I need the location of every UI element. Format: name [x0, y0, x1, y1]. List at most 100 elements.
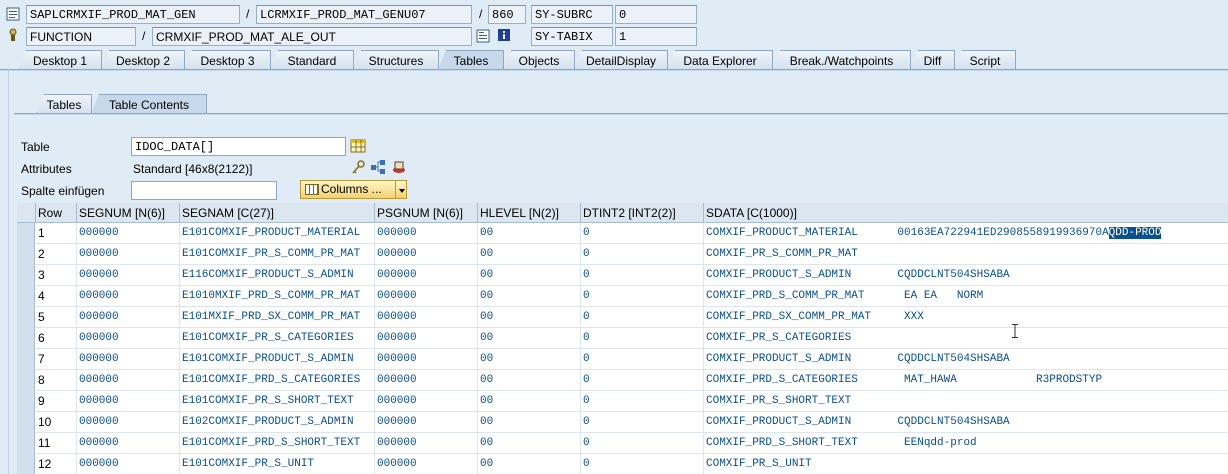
cell-row[interactable]: 3	[36, 265, 77, 286]
table-row[interactable]: 6 000000 E101COMXIF_PR_S_CATEGORIES 000000 0…	[17, 328, 1228, 349]
cell-dtint2[interactable]: 0	[581, 391, 704, 412]
cell-segnum[interactable]: 000000	[77, 244, 180, 265]
row-selector[interactable]	[17, 265, 35, 286]
cell-dtint2[interactable]: 0	[581, 265, 704, 286]
cell-dtint2[interactable]: 0	[581, 286, 704, 307]
table-view-icon[interactable]	[350, 138, 366, 154]
table-row[interactable]: 5 000000 E101MXIF_PRD_SX_COMM_PR_MAT 000000…	[17, 307, 1228, 328]
cell-segnam[interactable]: E101COMXIF_PRODUCT_MATERIAL	[180, 223, 375, 244]
cell-hlevel[interactable]: 00	[478, 433, 581, 454]
insert-column-input[interactable]	[131, 181, 277, 200]
cell-dtint2[interactable]: 0	[581, 223, 704, 244]
cell-sdata[interactable]: COMXIF_PRODUCT_S_ADMIN CQDDCLNT504SHSABA	[704, 265, 1228, 286]
cell-psgnum[interactable]: 000000	[375, 454, 478, 474]
column-header-segnum[interactable]: SEGNUM [N(6)]	[77, 203, 180, 223]
column-header-psgnum[interactable]: PSGNUM [N(6)]	[375, 203, 478, 223]
eraser-icon[interactable]	[391, 159, 407, 175]
cell-segnum[interactable]: 000000	[77, 412, 180, 433]
table-row[interactable]: 8 000000 E101COMXIF_PRD_S_CATEGORIES 000000…	[17, 370, 1228, 391]
table-row[interactable]: 11 000000 E101COMXIF_PRD_S_SHORT_TEXT 00000…	[17, 433, 1228, 454]
cell-dtint2[interactable]: 0	[581, 412, 704, 433]
tab-desktop-2[interactable]: Desktop 2	[101, 50, 185, 70]
row-selector[interactable]	[17, 454, 35, 474]
cell-sdata[interactable]: COMXIF_PRODUCT_S_ADMIN CQDDCLNT504SHSABA	[704, 412, 1228, 433]
table-row[interactable]: 7 000000 E101COMXIF_PRODUCT_S_ADMIN 000000 0…	[17, 349, 1228, 370]
cell-hlevel[interactable]: 00	[478, 307, 581, 328]
cell-row[interactable]: 9	[36, 391, 77, 412]
header-select-all[interactable]	[17, 203, 36, 223]
cell-dtint2[interactable]: 0	[581, 370, 704, 391]
info-icon[interactable]	[497, 28, 511, 42]
column-header-row[interactable]: Row	[36, 203, 77, 223]
cell-psgnum[interactable]: 000000	[375, 412, 478, 433]
cell-segnum[interactable]: 000000	[77, 370, 180, 391]
key-icon[interactable]	[350, 159, 366, 175]
cell-hlevel[interactable]: 00	[478, 328, 581, 349]
cell-psgnum[interactable]: 000000	[375, 307, 478, 328]
cell-segnum[interactable]: 000000	[77, 265, 180, 286]
cell-segnam[interactable]: E101COMXIF_PRD_S_SHORT_TEXT	[180, 433, 375, 454]
tab-objects[interactable]: Objects	[503, 50, 575, 70]
cell-dtint2[interactable]: 0	[581, 349, 704, 370]
column-header-sdata[interactable]: SDATA [C(1000)]	[704, 203, 1228, 223]
cell-segnam[interactable]: E102COMXIF_PRODUCT_S_ADMIN	[180, 412, 375, 433]
columns-button[interactable]: Columns ...	[300, 180, 407, 199]
cell-segnum[interactable]: 000000	[77, 328, 180, 349]
table-row[interactable]: 2 000000 E101COMXIF_PR_S_COMM_PR_MAT 000000…	[17, 244, 1228, 265]
cell-sdata[interactable]: COMXIF_PR_S_CATEGORIES	[704, 328, 1228, 349]
cell-psgnum[interactable]: 000000	[375, 286, 478, 307]
cell-sdata[interactable]: COMXIF_PR_S_COMM_PR_MAT	[704, 244, 1228, 265]
object-type-field[interactable]: FUNCTION	[26, 27, 136, 46]
row-selector[interactable]	[17, 328, 35, 349]
column-header-dtint2[interactable]: DTINT2 [INT2(2)]	[581, 203, 704, 223]
cell-segnam[interactable]: E1010MXIF_PRD_S_COMM_PR_MAT	[180, 286, 375, 307]
line-number-field[interactable]: 860	[488, 5, 526, 24]
cell-psgnum[interactable]: 000000	[375, 265, 478, 286]
cell-hlevel[interactable]: 00	[478, 265, 581, 286]
tab-diff[interactable]: Diff	[910, 50, 955, 70]
row-selector[interactable]	[17, 223, 35, 244]
cell-sdata[interactable]: COMXIF_PR_S_SHORT_TEXT	[704, 391, 1228, 412]
table-name-input[interactable]: IDOC_DATA[]	[131, 137, 346, 156]
cell-segnum[interactable]: 000000	[77, 286, 180, 307]
cell-hlevel[interactable]: 00	[478, 391, 581, 412]
row-selector[interactable]	[17, 349, 35, 370]
cell-hlevel[interactable]: 00	[478, 223, 581, 244]
cell-hlevel[interactable]: 00	[478, 286, 581, 307]
cell-segnam[interactable]: E101COMXIF_PR_S_SHORT_TEXT	[180, 391, 375, 412]
row-selector[interactable]	[17, 370, 35, 391]
cell-row[interactable]: 1	[36, 223, 77, 244]
cell-segnam[interactable]: E101COMXIF_PRODUCT_S_ADMIN	[180, 349, 375, 370]
table-row[interactable]: 9 000000 E101COMXIF_PR_S_SHORT_TEXT 000000 0…	[17, 391, 1228, 412]
cell-segnum[interactable]: 000000	[77, 307, 180, 328]
cell-segnum[interactable]: 000000	[77, 223, 180, 244]
cell-hlevel[interactable]: 00	[478, 454, 581, 474]
program-name-field[interactable]: SAPLCRMXIF_PROD_MAT_GEN	[26, 5, 240, 24]
cell-dtint2[interactable]: 0	[581, 307, 704, 328]
cell-row[interactable]: 8	[36, 370, 77, 391]
cell-segnum[interactable]: 000000	[77, 433, 180, 454]
tab-standard[interactable]: Standard	[270, 50, 354, 70]
cell-row[interactable]: 2	[36, 244, 77, 265]
tab-inner-table-contents[interactable]: Table Contents	[91, 94, 207, 114]
cell-dtint2[interactable]: 0	[581, 433, 704, 454]
tab-detail-display[interactable]: DetailDisplay	[574, 50, 668, 70]
include-name-field[interactable]: LCRMXIF_PROD_MAT_GENU07	[256, 5, 472, 24]
cell-segnam[interactable]: E101COMXIF_PR_S_UNIT	[180, 454, 375, 474]
tab-structures[interactable]: Structures	[353, 50, 439, 70]
tab-breakpoints[interactable]: Break./Watchpoints	[772, 50, 911, 70]
tab-desktop-1[interactable]: Desktop 1	[18, 50, 102, 70]
row-selector[interactable]	[17, 286, 35, 307]
tab-data-explorer[interactable]: Data Explorer	[667, 50, 773, 70]
cell-psgnum[interactable]: 000000	[375, 244, 478, 265]
cell-hlevel[interactable]: 00	[478, 370, 581, 391]
table-row[interactable]: 12 000000 E101COMXIF_PR_S_UNIT 000000 00 0 COM…	[17, 454, 1228, 474]
row-selector[interactable]	[17, 433, 35, 454]
cell-sdata[interactable]: COMXIF_PRD_S_CATEGORIES MAT_HAWA R3PRODS…	[704, 370, 1228, 391]
column-header-segnam[interactable]: SEGNAM [C(27)]	[180, 203, 375, 223]
row-selector[interactable]	[17, 391, 35, 412]
cell-sdata[interactable]: COMXIF_PRODUCT_MATERIAL 00163EA722941ED2…	[704, 223, 1228, 244]
cell-segnum[interactable]: 000000	[77, 391, 180, 412]
cell-segnum[interactable]: 000000	[77, 349, 180, 370]
hierarchy-icon[interactable]	[370, 159, 386, 175]
